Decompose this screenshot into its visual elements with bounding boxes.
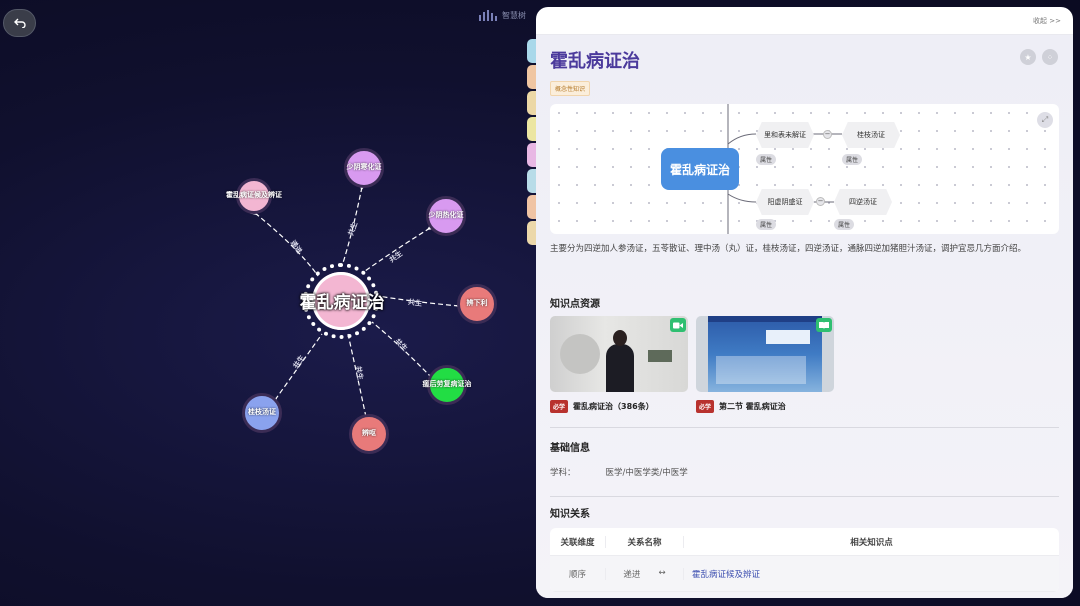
graph-node[interactable]: 辨下利 xyxy=(457,284,497,324)
mindmap-node[interactable]: 里和表未解证 xyxy=(756,122,814,148)
collapse-node-icon[interactable]: − xyxy=(823,130,832,139)
must-learn-badge: 必学 xyxy=(550,400,569,413)
subject-label: 学科： xyxy=(550,468,576,478)
knowledge-description: 主要分为四逆加人参汤证，五苓散证、理中汤（丸）证，桂枝汤证，四逆汤证，通脉四逆加… xyxy=(550,244,1027,254)
column-header: 关联维度 xyxy=(550,535,606,548)
must-learn-badge: 必学 xyxy=(696,400,715,413)
graph-node[interactable]: 辨呕 xyxy=(349,414,389,454)
resource-title: 第二节 霍乱病证治 xyxy=(719,402,786,411)
mindmap-node[interactable]: 阳虚阴盛证 xyxy=(756,189,814,215)
column-header: 相关知识点 xyxy=(850,537,893,548)
resource-card[interactable]: 必学 霍乱病证治（386条） xyxy=(550,316,688,413)
center-node-label: 霍乱病证治 xyxy=(299,293,385,313)
resources-title: 知识点资源 xyxy=(550,299,600,310)
attribute-chip[interactable]: 属性 xyxy=(756,219,777,230)
video-thumbnail xyxy=(550,316,688,392)
attribute-chip[interactable]: 属性 xyxy=(756,154,777,165)
basic-info-title: 基础信息 xyxy=(550,443,590,454)
page-title: 霍乱病证治 xyxy=(550,51,640,72)
collapse-button[interactable]: 收起 >> xyxy=(1033,16,1061,26)
graph-node-label: 霍乱病证候及辨证 xyxy=(226,191,282,200)
graph-view-button[interactable]: ⁘ xyxy=(1042,49,1058,65)
graph-node[interactable]: 少阴寒化证 xyxy=(344,148,384,188)
bidirectional-arrow-icon: ↔ xyxy=(658,567,666,578)
section-divider xyxy=(550,427,1059,428)
table-header-row: 关联维度 关系名称 相关知识点 xyxy=(550,528,1059,556)
attribute-chip[interactable]: 属性 xyxy=(842,154,863,165)
video-badge xyxy=(670,318,686,332)
table-row: 顺序 递进 ↔ 霍乱病证候及辨证 xyxy=(550,556,1059,592)
panel-body: 霍乱病证治 概念性知识 ★ ⁘ 霍乱病证治 里和表未解证 − 桂枝汤证 属性 属… xyxy=(536,35,1073,598)
graph-node-label: 辨呕 xyxy=(362,429,376,438)
relation-title: 知识关系 xyxy=(550,509,590,520)
related-knowledge-link[interactable]: 霍乱病证候及辨证 xyxy=(692,570,760,580)
favorite-button[interactable]: ★ xyxy=(1020,49,1036,65)
mindmap-root-node[interactable]: 霍乱病证治 xyxy=(661,148,739,190)
mindmap-preview[interactable]: 霍乱病证治 里和表未解证 − 桂枝汤证 属性 属性 阳虚阴盛证 − 四逆汤证 属… xyxy=(550,104,1059,234)
subject-value: 医学/中医学类/中医学 xyxy=(605,468,688,478)
graph-node[interactable]: 桂枝汤证 xyxy=(242,393,282,433)
panel-topbar: 收起 >> xyxy=(536,7,1073,35)
mindmap-node[interactable]: 桂枝汤证 xyxy=(842,122,900,148)
resource-title: 霍乱病证治（386条） xyxy=(573,402,654,411)
book-thumbnail xyxy=(696,316,834,392)
relation-table: 关联维度 关系名称 相关知识点 顺序 递进 ↔ 霍乱病证候及辨证 xyxy=(550,528,1059,592)
star-icon: ★ xyxy=(1024,52,1032,62)
column-header: 关系名称 xyxy=(606,535,684,548)
expand-icon: ⤢ xyxy=(1041,115,1049,124)
resource-card[interactable]: 必学 第二节 霍乱病证治 xyxy=(696,316,834,413)
book-icon xyxy=(819,322,829,329)
graph-node[interactable]: 少阴热化证 xyxy=(426,196,466,236)
collapse-node-icon[interactable]: − xyxy=(816,197,825,206)
graph-node-label: 桂枝汤证 xyxy=(248,408,276,417)
video-camera-icon xyxy=(673,322,683,328)
subject-row: 学科： 医学/中医学类/中医学 xyxy=(550,466,688,478)
graph-node[interactable]: 瘥后劳复病证治 xyxy=(423,365,472,405)
mindmap-node[interactable]: 四逆汤证 xyxy=(834,189,892,215)
knowledge-type-tag: 概念性知识 xyxy=(550,81,591,96)
relation-dimension: 顺序 xyxy=(550,567,606,580)
relation-name-cell: 递进 ↔ xyxy=(606,567,684,580)
graph-node-label: 辨下利 xyxy=(466,299,488,308)
graph-node-label: 少阴寒化证 xyxy=(346,163,382,172)
book-badge xyxy=(816,318,832,332)
related-knowledge-cell: 霍乱病证候及辨证 xyxy=(684,568,1059,580)
graph-node[interactable]: 霍乱病证候及辨证 xyxy=(226,178,282,214)
graph-node-label: 瘥后劳复病证治 xyxy=(422,380,472,389)
attribute-chip[interactable]: 属性 xyxy=(834,219,855,230)
expand-button[interactable]: ⤢ xyxy=(1037,112,1053,128)
relation-name: 递进 xyxy=(623,569,641,580)
graph-node-label: 少阴热化证 xyxy=(428,211,464,220)
section-divider xyxy=(550,496,1059,497)
detail-panel: 收起 >> 霍乱病证治 概念性知识 ★ ⁘ 霍乱病证治 里和表未解证 − 桂枝汤… xyxy=(536,7,1073,598)
relation-label-co: 共生 xyxy=(407,298,423,308)
grid-icon: ⁘ xyxy=(1046,52,1054,62)
